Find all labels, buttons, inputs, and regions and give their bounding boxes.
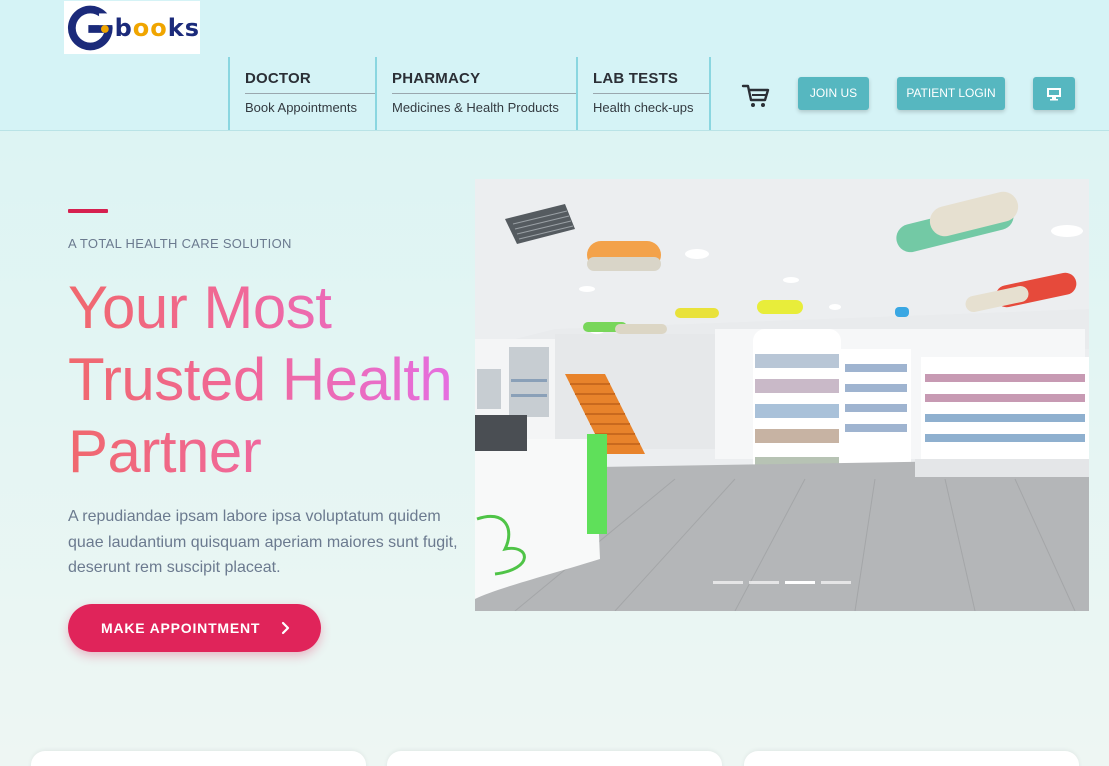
- nav-doctor[interactable]: DOCTOR Book Appointments: [228, 57, 376, 130]
- carousel-dot-3[interactable]: [785, 581, 815, 584]
- hero-carousel-image[interactable]: [475, 179, 1089, 611]
- pharmacy-interior-illustration: [475, 179, 1089, 611]
- hero-headline-line-3: Partner: [68, 418, 262, 485]
- shopping-cart-icon[interactable]: [741, 83, 771, 109]
- feature-card-2: [387, 751, 722, 766]
- join-us-button[interactable]: JOIN US: [798, 77, 869, 110]
- nav-pharmacy-subtitle: Medicines & Health Products: [392, 100, 559, 115]
- hero-headline: Your Most Trusted Health Partner: [68, 272, 468, 488]
- nav-lab-tests-title: LAB TESTS: [593, 70, 709, 94]
- carousel-dot-1[interactable]: [713, 581, 743, 584]
- carousel-indicators: [713, 581, 851, 584]
- make-appointment-button[interactable]: MAKE APPOINTMENT: [68, 604, 321, 652]
- nav-lab-tests-subtitle: Health check-ups: [593, 100, 694, 115]
- hero-headline-line-1: Your Most: [68, 274, 332, 341]
- make-appointment-label: MAKE APPOINTMENT: [101, 620, 261, 636]
- chevron-right-icon: [282, 621, 290, 635]
- nav-doctor-title: DOCTOR: [245, 70, 376, 94]
- accent-bar: [68, 209, 108, 213]
- feature-card-3: [744, 751, 1079, 766]
- nav-lab-tests[interactable]: LAB TESTS Health check-ups: [576, 57, 711, 130]
- patient-login-button[interactable]: PATIENT LOGIN: [897, 77, 1005, 110]
- logo-mark-icon: [67, 5, 115, 50]
- nav-pharmacy[interactable]: PHARMACY Medicines & Health Products: [375, 57, 577, 130]
- nav-doctor-subtitle: Book Appointments: [245, 100, 358, 115]
- feature-card-1: [31, 751, 366, 766]
- carousel-dot-2[interactable]: [749, 581, 779, 584]
- brand-logo[interactable]: books: [64, 1, 200, 54]
- desktop-view-button[interactable]: [1033, 77, 1075, 110]
- site-header: books DOCTOR Book Appointments PHARMACY …: [0, 0, 1109, 131]
- hero-kicker: A TOTAL HEALTH CARE SOLUTION: [68, 236, 292, 251]
- desktop-monitor-icon: [1047, 87, 1061, 100]
- hero-headline-line-2: Trusted Health: [68, 346, 453, 413]
- carousel-dot-4[interactable]: [821, 581, 851, 584]
- nav-pharmacy-title: PHARMACY: [392, 70, 577, 94]
- logo-text: books: [114, 13, 200, 42]
- hero-description: A repudiandae ipsam labore ipsa voluptat…: [68, 508, 458, 576]
